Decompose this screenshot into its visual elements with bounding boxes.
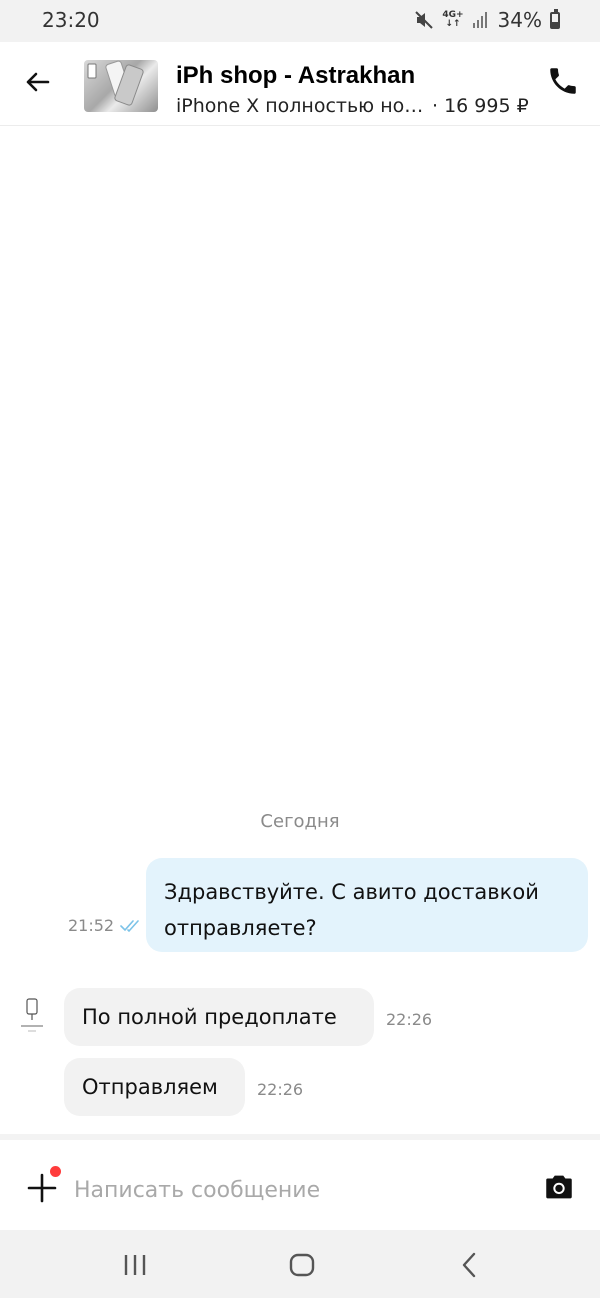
listing-price: · 16 995 ₽ [432, 95, 529, 117]
battery-fill [552, 22, 558, 27]
attach-badge [50, 1166, 61, 1177]
incoming-message[interactable]: Отправляем [64, 1058, 245, 1116]
listing-thumbnail[interactable] [84, 60, 158, 112]
status-time: 23:20 [42, 8, 100, 32]
listing-info[interactable]: iPhone X полностью новый · 16 995 ₽ [176, 95, 529, 117]
message-composer [0, 1134, 600, 1230]
camera-icon [546, 1175, 572, 1199]
home-button[interactable] [287, 1250, 317, 1280]
battery-icon [550, 8, 560, 29]
message-time: 21:52 [68, 916, 115, 935]
incoming-message[interactable]: По полной предоплате [64, 988, 374, 1046]
call-button[interactable] [546, 64, 580, 98]
phone-icon [550, 68, 576, 94]
outgoing-message-meta: 21:52 [68, 916, 142, 935]
status-icons: 4G+ ↓↑ 34% [414, 8, 560, 32]
outgoing-message[interactable]: Здравствуйте. С авито доставкой отправля… [146, 858, 588, 952]
signal-bars-icon [472, 12, 487, 28]
listing-title: iPhone X полностью новый [176, 95, 424, 117]
chevron-left-icon [462, 1252, 476, 1278]
seller-name[interactable]: iPh shop - Astrakhan [176, 62, 415, 90]
system-navigation-bar [0, 1230, 600, 1298]
message-time: 22:26 [257, 1080, 304, 1099]
battery-percent: 34% [497, 8, 542, 32]
back-button[interactable] [20, 64, 56, 100]
double-check-icon [120, 919, 139, 932]
seller-logo-icon [21, 998, 43, 1032]
recent-apps-button[interactable] [120, 1250, 150, 1280]
recent-apps-icon [124, 1255, 146, 1275]
message-input[interactable] [74, 1170, 514, 1210]
network-label: 4G+ [442, 10, 464, 20]
seller-avatar[interactable] [16, 996, 48, 1036]
arrow-left-icon [26, 72, 50, 92]
date-separator: Сегодня [260, 811, 340, 832]
system-back-button[interactable] [455, 1250, 485, 1280]
camera-button[interactable] [542, 1170, 576, 1204]
home-icon [289, 1253, 315, 1277]
phone-photo-image [87, 60, 144, 106]
chat-header: iPh shop - Astrakhan iPhone X полностью … [0, 42, 600, 126]
muted-speaker-icon [415, 11, 434, 29]
status-bar: 23:20 4G+ ↓↑ 34% [0, 0, 600, 42]
network-type: 4G+ ↓↑ [442, 10, 464, 29]
message-time: 22:26 [386, 1010, 433, 1029]
